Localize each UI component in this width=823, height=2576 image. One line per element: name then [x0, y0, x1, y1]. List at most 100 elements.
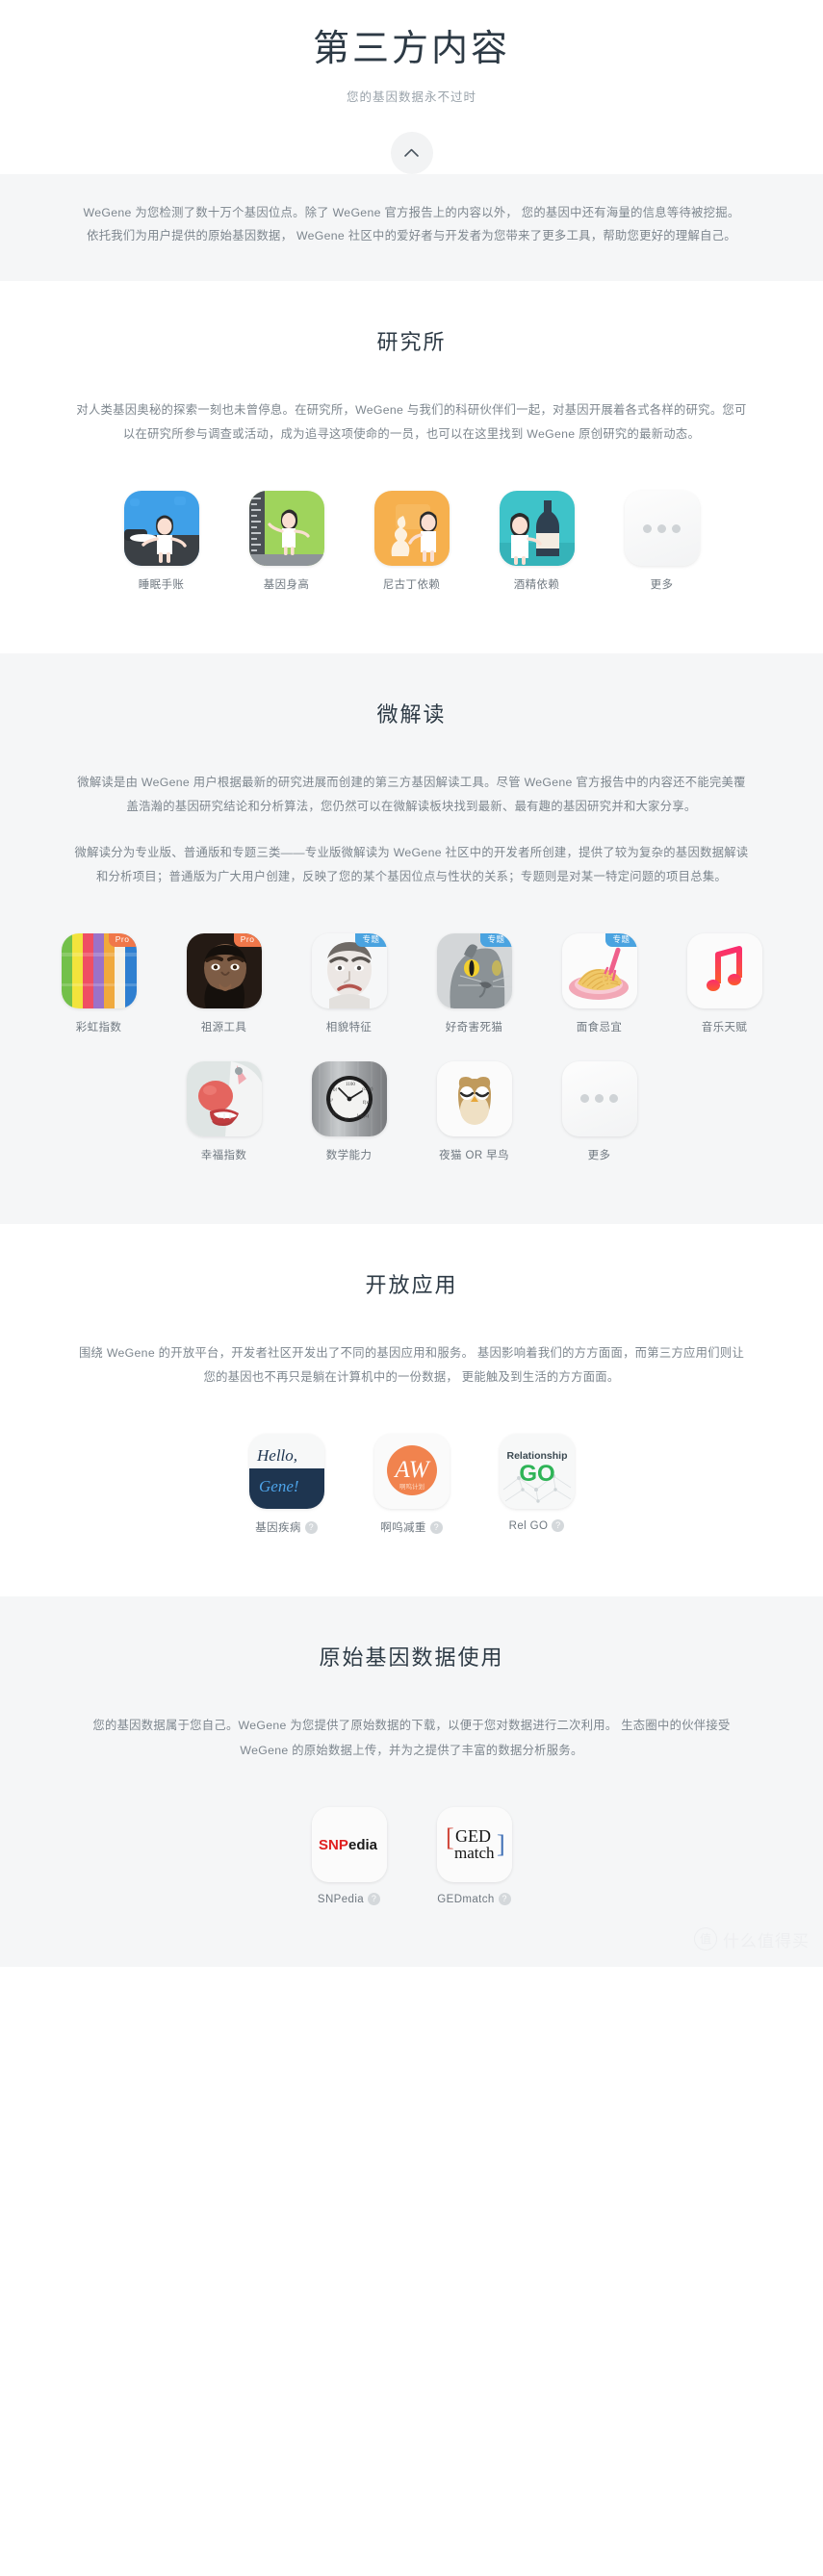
svg-text:0!: 0! — [333, 1088, 338, 1093]
app-label: 夜猫 OR 早鸟 — [439, 1149, 509, 1161]
curious-cat-icon: 专题 — [436, 932, 512, 1008]
sleep-journal-icon — [123, 491, 199, 567]
app-item-gene-height[interactable]: 基因身高 — [238, 491, 336, 592]
svg-text:GED: GED — [455, 1826, 491, 1846]
music-talent-icon — [686, 932, 762, 1008]
app-label: 面食忌宜 — [576, 1021, 623, 1033]
app-label: 更多 — [650, 579, 674, 592]
app-item-rainbow-index[interactable]: Pro 彩虹指数 — [50, 932, 148, 1034]
app-item-ancestry-tool[interactable]: Pro 祖源工具 — [175, 932, 273, 1034]
app-item-pasta-diet[interactable]: 专题 面食忌宜 — [551, 932, 649, 1034]
app-label: 睡眠手账 — [138, 579, 185, 592]
chevron-up-icon[interactable] — [390, 131, 433, 174]
app-label: 尼古丁依赖 — [382, 579, 441, 592]
ancestry-tool-icon: Pro — [186, 932, 262, 1008]
section-raw-data: 原始基因数据使用 您的基因数据属于您自己。WeGene 为您提供了原始数据的下载… — [0, 1596, 823, 1967]
facial-features-icon: 专题 — [311, 932, 387, 1008]
nicotine-dependence-icon — [373, 491, 450, 567]
section-title-open-apps: 开放应用 — [365, 1272, 458, 1297]
svg-text:啊呜计划: 啊呜计划 — [399, 1482, 424, 1491]
hero-section: 第三方内容 您的基因数据永不过时 — [0, 0, 823, 174]
app-item-aw-weightloss[interactable]: AW 啊呜计划 啊呜减重? — [363, 1434, 461, 1535]
badge-topic: 专题 — [480, 932, 512, 948]
rainbow-index-icon: Pro — [61, 932, 137, 1008]
more-dots-icon — [561, 1060, 637, 1136]
more-dots-icon — [624, 491, 700, 567]
app-item-more-micro-reading[interactable]: 更多 — [551, 1060, 649, 1162]
app-item-facial-features[interactable]: 专题 相貌特征 — [300, 932, 399, 1034]
app-grid-raw-data: SNP edia SNPedia? [ GED match] GEDmatch… — [0, 1806, 823, 1932]
app-label: Rel GO? — [488, 1519, 586, 1533]
svg-text:2π: 2π — [332, 1112, 338, 1117]
svg-text:log(5): log(5) — [357, 1114, 370, 1119]
app-grid-micro-reading: Pro 彩虹指数 Pro 祖源工具 专题 相貌特征 专题 好奇害死猫 专题 面食… — [0, 932, 823, 1189]
app-label-text: Rel GO — [508, 1520, 549, 1533]
app-label-text: SNPedia — [317, 1893, 365, 1905]
app-item-gedmatch[interactable]: [ GED match ] GEDmatch? — [425, 1806, 524, 1905]
hello-gene-icon: Hello, Gene! — [248, 1434, 324, 1510]
app-label: 基因身高 — [263, 579, 310, 592]
svg-text:3³: 3³ — [329, 1098, 334, 1104]
help-icon[interactable]: ? — [304, 1521, 318, 1535]
gedmatch-icon: [ GED match ] — [436, 1806, 512, 1882]
badge-topic: 专题 — [355, 932, 387, 948]
alcohol-dependence-icon — [499, 491, 575, 567]
app-item-alcohol-dependence[interactable]: 酒精依赖 — [488, 491, 586, 592]
app-item-sleep-journal[interactable]: 睡眠手账 — [113, 491, 211, 592]
app-label: 好奇害死猫 — [445, 1021, 503, 1033]
svg-text:match: match — [454, 1844, 495, 1862]
app-item-curious-cat[interactable]: 专题 好奇害死猫 — [425, 932, 524, 1034]
app-item-hello-gene[interactable]: Hello, Gene! 基因疾病? — [238, 1434, 336, 1535]
app-item-nicotine-dependence[interactable]: 尼古丁依赖 — [363, 491, 461, 592]
help-icon[interactable]: ? — [429, 1521, 443, 1535]
app-grid-open-apps: Hello, Gene! 基因疾病? AW 啊呜计划 啊呜减重 ? Relati… — [0, 1434, 823, 1562]
app-label: SNPedia? — [300, 1892, 399, 1905]
owl-chronotype-icon — [436, 1060, 512, 1136]
snpedia-icon: SNP edia — [311, 1806, 387, 1882]
app-item-relationship-go[interactable]: Relationship GO Rel GO? — [488, 1434, 586, 1535]
svg-text:Hello,: Hello, — [256, 1446, 297, 1465]
app-label: 啊呜减重? — [363, 1519, 461, 1535]
app-label-text: 啊呜减重 — [380, 1522, 426, 1535]
third-party-content-page: 第三方内容 您的基因数据永不过时 WeGene 为您检测了数十万个基因位点。除了… — [0, 0, 823, 1967]
relationship-go-icon: Relationship GO — [499, 1434, 575, 1510]
section-desc-micro-reading-1: 微解读是由 WeGene 用户根据最新的研究进展而创建的第三方基因解读工具。尽管… — [77, 776, 746, 814]
app-item-happiness-index[interactable]: 幸福指数 — [175, 1060, 273, 1162]
svg-text:]: ] — [497, 1830, 505, 1858]
svg-text:Gene!: Gene! — [259, 1477, 299, 1495]
section-title-institute: 研究所 — [376, 329, 447, 354]
math-ability-icon: 1100 0! cos(t) 3³ f(x) 2π log(5) 3! — [311, 1060, 387, 1136]
section-institute: 研究所 对人类基因奥秘的探索一刻也未曾停息。在研究所，WeGene 与我们的科研… — [0, 280, 823, 654]
svg-text:GO: GO — [519, 1461, 554, 1487]
gene-height-icon — [248, 491, 324, 567]
section-title-raw-data: 原始基因数据使用 — [319, 1645, 504, 1671]
pasta-diet-icon: 专题 — [561, 932, 637, 1008]
page-title: 第三方内容 — [312, 29, 510, 69]
section-desc-institute: 对人类基因奥秘的探索一刻也未曾停息。在研究所，WeGene 与我们的科研伙伴们一… — [76, 402, 747, 441]
svg-text:[: [ — [446, 1824, 454, 1851]
app-label: 更多 — [587, 1149, 611, 1161]
svg-text:1100: 1100 — [346, 1083, 355, 1087]
app-label: 数学能力 — [325, 1149, 373, 1161]
help-icon[interactable]: ? — [368, 1892, 381, 1905]
app-label: 彩虹指数 — [75, 1021, 122, 1033]
app-item-snpedia[interactable]: SNP edia SNPedia? — [300, 1806, 399, 1905]
happiness-index-icon — [186, 1060, 262, 1136]
help-icon[interactable]: ? — [498, 1892, 511, 1905]
app-item-math-ability[interactable]: 1100 0! cos(t) 3³ f(x) 2π log(5) 3! 数学能力 — [300, 1060, 399, 1162]
svg-text:3!: 3! — [345, 1118, 349, 1123]
app-item-more-institute[interactable]: 更多 — [613, 491, 711, 592]
section-micro-reading: 微解读 微解读是由 WeGene 用户根据最新的研究进展而创建的第三方基因解读工… — [0, 653, 823, 1224]
app-label-text: GEDmatch — [437, 1893, 495, 1905]
svg-text:cos(t): cos(t) — [362, 1087, 373, 1092]
app-label: 祖源工具 — [200, 1021, 247, 1033]
intro-paragraph: WeGene 为您检测了数十万个基因位点。除了 WeGene 官方报告上的内容以… — [83, 205, 740, 243]
svg-text:f(x): f(x) — [363, 1101, 371, 1106]
app-label: 音乐天赋 — [701, 1021, 748, 1033]
svg-text:SNP: SNP — [319, 1837, 348, 1853]
app-item-owl-chronotype[interactable]: 夜猫 OR 早鸟 — [425, 1060, 524, 1162]
help-icon[interactable]: ? — [552, 1519, 565, 1533]
app-item-music-talent[interactable]: 音乐天赋 — [676, 932, 774, 1034]
section-open-apps: 开放应用 围绕 WeGene 的开放平台，开发者社区开发出了不同的基因应用和服务… — [0, 1223, 823, 1597]
app-label: 幸福指数 — [200, 1149, 247, 1161]
